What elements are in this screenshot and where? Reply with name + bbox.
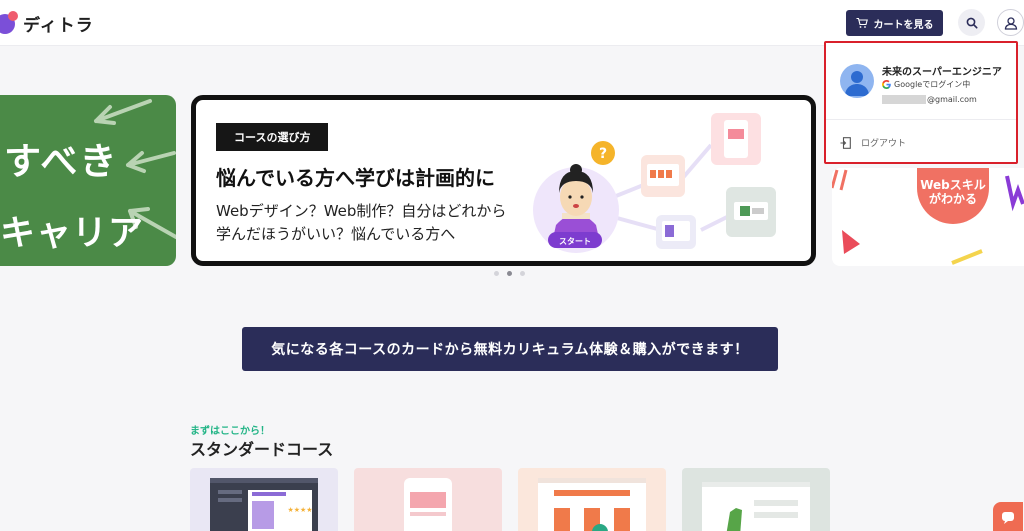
view-cart-button[interactable]: カートを見る [846,10,943,36]
user-dropdown-menu: 未来のスーパーエンジニア Googleでログイン中 @gmail.com ログア… [824,41,1018,164]
logout-icon [840,136,851,149]
course-card[interactable]: ★★★★ [190,468,338,531]
chat-button[interactable] [993,502,1023,531]
carousel-slide-prev[interactable]: すべき キャリア [0,95,176,266]
free-trial-banner: 気になる各コースのカードから無料カリキュラム体験＆購入ができます！ [242,327,778,371]
carousel-dot[interactable] [494,271,499,276]
cart-icon [856,17,868,28]
user-menu-button[interactable] [997,9,1024,36]
user-icon [1004,16,1017,30]
svg-text:★★★★: ★★★★ [287,506,312,514]
logo-text[interactable]: ディトラ [23,11,94,36]
user-email: @gmail.com [882,95,977,104]
carousel-dots [494,271,525,276]
carousel-slide-next[interactable]: Webスキル がわかる [832,168,1024,266]
course-card[interactable] [518,468,666,531]
course-card[interactable] [354,468,502,531]
prev-slide-line2: キャリア [0,214,145,254]
avatar-icon [845,71,869,96]
chat-icon [1002,512,1014,524]
course-card-image [702,482,810,531]
cart-label: カートを見る [873,19,934,31]
course-card-image [404,478,452,531]
learning-path-illustration: スタート ? [533,113,776,253]
slide-title: 悩んでいる方へ学びは計画的に [216,166,495,190]
carousel-dot-active[interactable] [507,271,512,276]
email-redaction [882,95,926,104]
next-slide-badge-line1: Webスキル [920,178,986,192]
section-title: スタンダードコース [190,440,334,459]
login-status: Googleでログイン中 [882,79,970,90]
slide-desc-line2: 学んだほうがいい？悩んでいる方へ [216,225,456,243]
logo-icon[interactable] [0,9,18,35]
slide-description: Webデザイン？Web制作？自分はどれから 学んだほうがいい？悩んでいる方へ [216,200,516,246]
course-card[interactable] [682,468,830,531]
user-name: 未来のスーパーエンジニア [882,67,1002,78]
course-card-image [538,478,646,531]
section-kicker: まずはここから！ [190,426,270,437]
avatar [840,64,874,98]
search-button[interactable] [958,9,985,36]
search-icon [966,17,978,29]
start-label: スタート [559,236,591,246]
carousel-dot[interactable] [520,271,525,276]
next-slide-badge-line2: がわかる [928,192,977,206]
question-mark: ? [599,146,607,162]
google-icon [882,80,891,89]
carousel-slide-current[interactable]: コースの選び方 悩んでいる方へ学びは計画的に Webデザイン？Web制作？自分は… [191,95,816,266]
menu-divider [826,119,1016,120]
prev-slide-line1: すべき [4,140,119,183]
top-header: ディトラ カートを見る [0,0,1024,46]
slide-tag: コースの選び方 [216,123,329,151]
slide-desc-line1: Webデザイン？Web制作？自分はどれから [216,202,507,220]
logout-button[interactable]: ログアウト [840,136,906,149]
course-card-image: ★★★★ [210,478,318,531]
login-method: Googleでログイン中 [894,80,971,89]
email-suffix: @gmail.com [927,95,977,104]
logout-label: ログアウト [861,139,907,149]
